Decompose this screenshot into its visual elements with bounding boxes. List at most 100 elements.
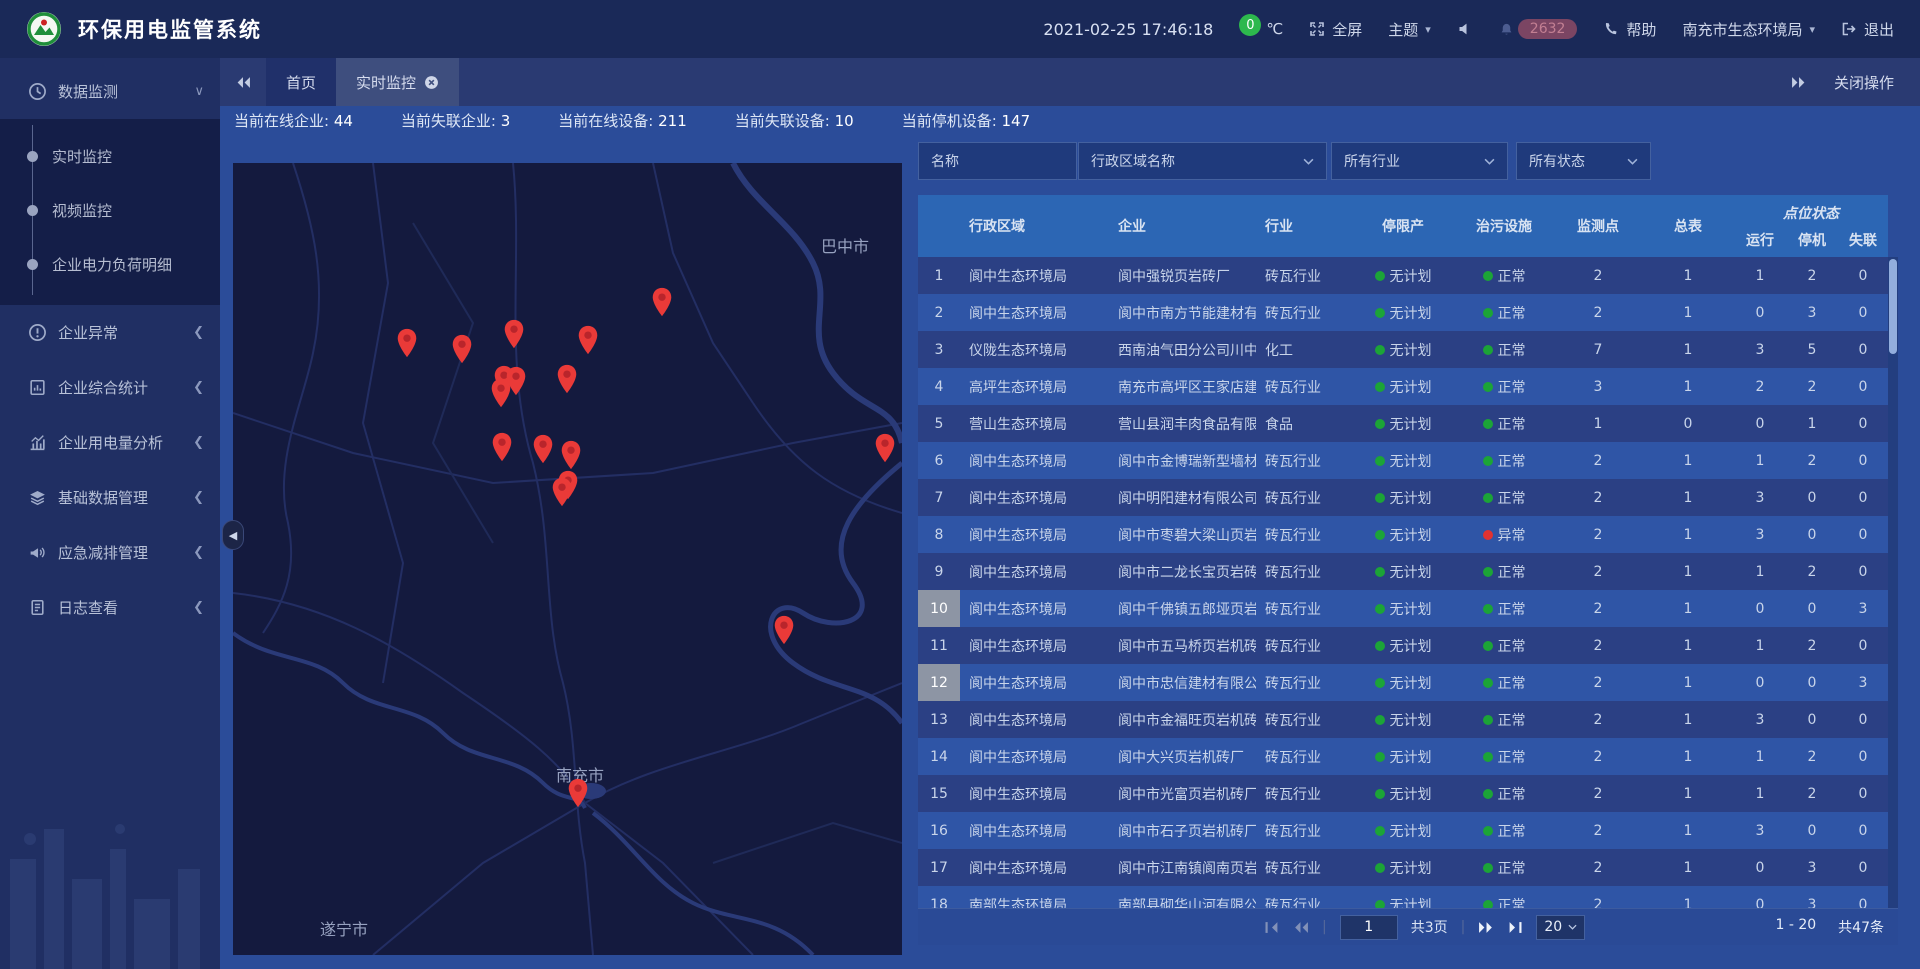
tab-close-icon[interactable] <box>424 75 439 90</box>
table-row[interactable]: 16阆中生态环境局阆中市石子页岩机砖厂砖瓦行业无计划正常21300 <box>918 812 1888 849</box>
map-pin-icon[interactable] <box>490 378 512 408</box>
table-row[interactable]: 11阆中生态环境局阆中市五马桥页岩机砖砖瓦行业无计划正常21120 <box>918 627 1888 664</box>
tab-首页[interactable]: 首页 <box>266 58 336 106</box>
map-pin-icon[interactable] <box>773 615 795 645</box>
map-pin-icon[interactable] <box>567 778 589 808</box>
table-row[interactable]: 5营山生态环境局营山县润丰肉食品有限食品无计划正常10010 <box>918 405 1888 442</box>
skyline-decoration <box>0 769 220 969</box>
table-row[interactable]: 3仪陇生态环境局西南油气田分公司川中化工无计划正常71350 <box>918 331 1888 368</box>
sidebar-item-4[interactable]: 企业用电量分析❮ <box>0 415 220 470</box>
cell-lost: 0 <box>1838 490 1888 506</box>
table-row[interactable]: 15阆中生态环境局阆中市光富页岩机砖厂砖瓦行业无计划正常21120 <box>918 775 1888 812</box>
sidebar-item-1[interactable]: 数据监测∨ <box>0 64 220 119</box>
industry-filter-select[interactable]: 所有行业 <box>1331 142 1508 180</box>
map-pin-icon[interactable] <box>396 328 418 358</box>
table-row[interactable]: 7阆中生态环境局阆中明阳建材有限公司砖瓦行业无计划正常21300 <box>918 479 1888 516</box>
cell-facility-status: 正常 <box>1454 488 1554 508</box>
cell-points: 2 <box>1554 490 1642 506</box>
map-pin-icon[interactable] <box>532 434 554 464</box>
name-filter-input[interactable]: 名称 <box>918 142 1077 180</box>
column-header-limit: 停限产 <box>1352 195 1454 257</box>
cell-limit-status: 无计划 <box>1352 784 1454 804</box>
last-page-button[interactable] <box>1507 921 1523 934</box>
map-pin-icon[interactable] <box>560 440 582 470</box>
status-dot-icon <box>1375 493 1385 503</box>
map-pin-icon[interactable] <box>577 325 599 355</box>
cell-stop: 0 <box>1786 527 1838 543</box>
cell-region: 阆中生态环境局 <box>960 451 1110 471</box>
tabs-scroll-right-button[interactable] <box>1791 76 1806 89</box>
page-size-select[interactable]: 20 <box>1536 915 1585 940</box>
table-row[interactable]: 14阆中生态环境局阆中大兴页岩机砖厂砖瓦行业无计划正常21120 <box>918 738 1888 775</box>
help-button[interactable]: 帮助 <box>1603 19 1656 40</box>
chevron-left-icon: ❮ <box>193 545 204 560</box>
table-row[interactable]: 6阆中生态环境局阆中市金博瑞新型墙材砖瓦行业无计划正常21120 <box>918 442 1888 479</box>
map-pin-icon[interactable] <box>451 334 473 364</box>
table-row[interactable]: 17阆中生态环境局阆中市江南镇阆南页岩砖瓦行业无计划正常21030 <box>918 849 1888 886</box>
sidebar-item-3[interactable]: 企业综合统计❮ <box>0 360 220 415</box>
table-row[interactable]: 18南部生态环境局南部县砌华山河有限公砖瓦行业无计划正常21030 <box>918 886 1888 908</box>
previous-page-button[interactable] <box>1293 921 1309 934</box>
notifications-button[interactable]: 2632 <box>1499 19 1578 39</box>
alert-circle-icon <box>28 323 47 342</box>
region-filter-select[interactable]: 行政区域名称 <box>1078 142 1327 180</box>
page-number-input[interactable]: 1 <box>1340 915 1398 940</box>
table-row[interactable]: 12阆中生态环境局阆中市忠信建材有限公砖瓦行业无计划正常21003 <box>918 664 1888 701</box>
close-operations-button[interactable]: 关闭操作 <box>1834 72 1894 93</box>
sidebar-item-7[interactable]: 日志查看❮ <box>0 580 220 635</box>
sidebar-subitem[interactable]: 实时监控 <box>0 129 220 183</box>
map-pin-icon[interactable] <box>874 433 896 463</box>
cell-facility-status: 正常 <box>1454 303 1554 323</box>
sidebar-item-6[interactable]: 应急减排管理❮ <box>0 525 220 580</box>
logout-button[interactable]: 退出 <box>1841 19 1894 40</box>
map-pin-icon[interactable] <box>503 319 525 349</box>
map-collapse-button[interactable]: ◀ <box>222 520 244 550</box>
stat-label: 当前在线设备: <box>558 112 658 130</box>
table-row[interactable]: 1阆中生态环境局阆中强锐页岩砖厂砖瓦行业无计划正常21120 <box>918 257 1888 294</box>
sidebar-item-2[interactable]: 企业异常❮ <box>0 305 220 360</box>
cell-meters: 0 <box>1642 416 1734 432</box>
map-pin-icon[interactable] <box>551 477 573 507</box>
cell-facility-status: 正常 <box>1454 414 1554 434</box>
tab-实时监控[interactable]: 实时监控 <box>336 58 459 106</box>
table-row[interactable]: 10阆中生态环境局阆中千佛镇五郎垭页岩砖瓦行业无计划正常21003 <box>918 590 1888 627</box>
table-row[interactable]: 9阆中生态环境局阆中市二龙长宝页岩砖砖瓦行业无计划正常21120 <box>918 553 1888 590</box>
cell-stop: 0 <box>1786 823 1838 839</box>
cell-lost: 0 <box>1838 823 1888 839</box>
table-scrollbar-thumb[interactable] <box>1889 259 1897 354</box>
table-row[interactable]: 8阆中生态环境局阆中市枣碧大梁山页岩砖瓦行业无计划异常21300 <box>918 516 1888 553</box>
speaker-icon <box>1457 21 1473 37</box>
cell-company: 南部县砌华山河有限公 <box>1110 895 1256 909</box>
table-row[interactable]: 4高坪生态环境局南充市高坪区王家店建砖瓦行业无计划正常31220 <box>918 368 1888 405</box>
cell-region: 高坪生态环境局 <box>960 377 1110 397</box>
table-row[interactable]: 13阆中生态环境局阆中市金福旺页岩机砖砖瓦行业无计划正常21300 <box>918 701 1888 738</box>
cell-meters: 1 <box>1642 527 1734 543</box>
theme-dropdown[interactable]: 主题▾ <box>1388 19 1431 40</box>
sidebar-item-label: 基础数据管理 <box>58 487 148 508</box>
sound-button[interactable] <box>1457 21 1473 37</box>
sidebar-item-5[interactable]: 基础数据管理❮ <box>0 470 220 525</box>
row-number: 5 <box>918 405 960 442</box>
map-panel[interactable]: 巴中市南充市遂宁市 <box>233 163 902 955</box>
cell-points: 7 <box>1554 342 1642 358</box>
org-dropdown[interactable]: 南充市生态环境局▾ <box>1682 19 1815 40</box>
map-pin-icon[interactable] <box>651 287 673 317</box>
map-pin-icon[interactable] <box>556 364 578 394</box>
first-page-button[interactable] <box>1264 921 1280 934</box>
next-page-button[interactable] <box>1478 921 1494 934</box>
map-pin-icon[interactable] <box>491 432 513 462</box>
row-number: 2 <box>918 294 960 331</box>
row-number: 1 <box>918 257 960 294</box>
cell-industry: 化工 <box>1256 340 1352 360</box>
stats-doc-icon <box>28 378 47 397</box>
chevron-left-icon: ❮ <box>193 435 204 450</box>
sidebar-subitem[interactable]: 视频监控 <box>0 183 220 237</box>
stat-当前停机设备: 当前停机设备: 147 <box>902 110 1030 131</box>
table-row[interactable]: 2阆中生态环境局阆中市南方节能建材有砖瓦行业无计划正常21030 <box>918 294 1888 331</box>
app-screen: 环保用电监管系统 2021-02-25 17:46:18 0 ℃ 全屏 主题▾ … <box>0 0 1920 969</box>
tabs-scroll-left-button[interactable] <box>220 58 266 106</box>
status-filter-select[interactable]: 所有状态 <box>1516 142 1651 180</box>
row-number: 9 <box>918 553 960 590</box>
sidebar-subitem[interactable]: 企业电力负荷明细 <box>0 237 220 291</box>
fullscreen-button[interactable]: 全屏 <box>1309 19 1362 40</box>
